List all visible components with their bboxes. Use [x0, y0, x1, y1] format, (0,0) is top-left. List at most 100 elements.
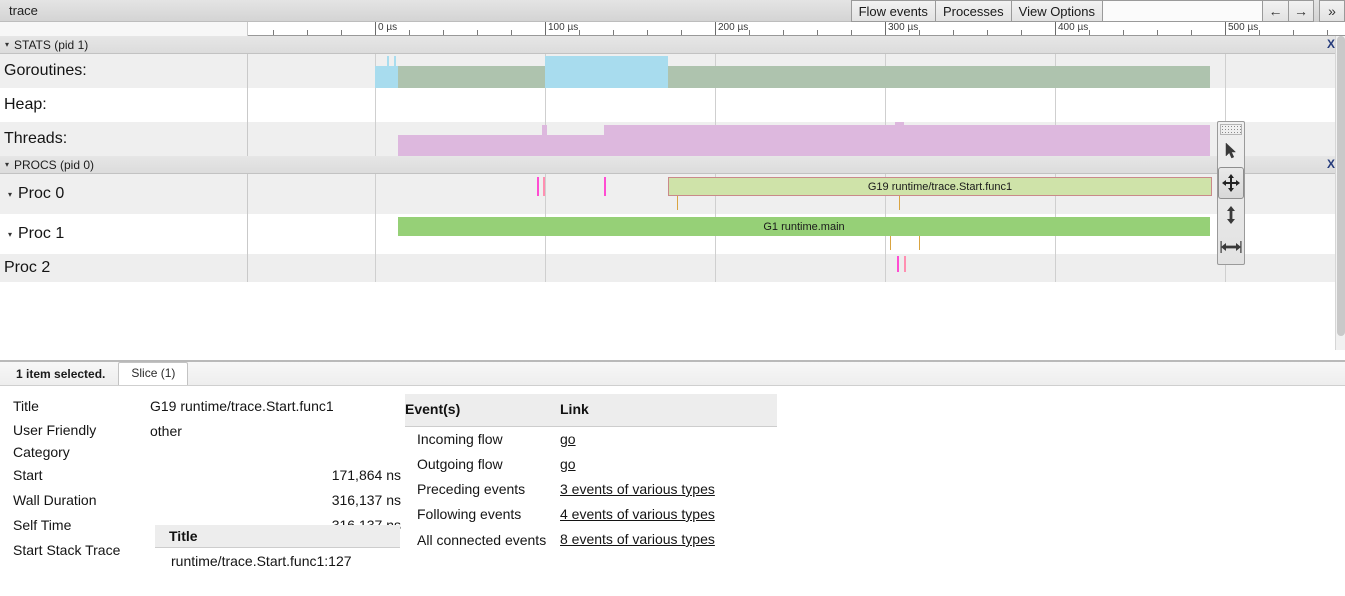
- nav-forward-button[interactable]: →: [1288, 0, 1314, 22]
- track-row-threads[interactable]: Threads:: [0, 122, 1345, 156]
- ruler-tick-label: 200 µs: [718, 22, 749, 33]
- search-input[interactable]: [1102, 0, 1262, 22]
- events-row-all-connected-events: All connected events 8 events of various…: [405, 527, 777, 552]
- top-toolbar: trace Flow events Processes View Options…: [0, 0, 1345, 22]
- nav-more-button[interactable]: »: [1319, 0, 1345, 22]
- close-icon-stats[interactable]: X: [1327, 37, 1335, 51]
- track-bar: [542, 125, 547, 135]
- ruler-tick: [307, 30, 308, 35]
- close-icon-procs[interactable]: X: [1327, 157, 1335, 171]
- track-canvas-proc-0[interactable]: G19 runtime/trace.Start.func1: [248, 174, 1345, 214]
- track-name-heap: Heap:: [4, 96, 47, 113]
- ruler-tick-label: 0 µs: [378, 22, 398, 33]
- track-gridline: [1225, 88, 1226, 122]
- details-tab-bar: 1 item selected. Slice (1): [0, 362, 1345, 386]
- track-label-proc-2[interactable]: Proc 2: [0, 254, 248, 282]
- property-key: Wall Duration: [13, 492, 97, 508]
- track-gridline: [545, 254, 546, 282]
- timeline-slice-proc1[interactable]: G1 runtime.main: [398, 217, 1210, 236]
- ruler-tick: [409, 30, 410, 35]
- track-bar: [398, 66, 1210, 88]
- select-tool[interactable]: [1218, 135, 1244, 167]
- ruler-tick: [1327, 30, 1328, 35]
- track-name-proc-0: Proc 0: [18, 185, 65, 202]
- events-row-following-events: Following events 4 events of various typ…: [405, 502, 777, 527]
- track-canvas-threads[interactable]: [248, 122, 1345, 156]
- stack-trace-row[interactable]: runtime/trace.Start.func1:127: [155, 548, 400, 569]
- ruler-tick: [749, 30, 750, 35]
- track-canvas-proc-1[interactable]: G1 runtime.main: [248, 214, 1345, 254]
- chevron-down-icon-proc-0[interactable]: ▾: [2, 190, 18, 199]
- chevron-down-icon-proc-1[interactable]: ▾: [2, 230, 18, 239]
- stack-trace-table: Title runtime/trace.Start.func1:127: [155, 525, 400, 569]
- group-header-procs[interactable]: ▾ PROCS (pid 0) X: [0, 156, 1345, 174]
- track-row-proc-2[interactable]: Proc 2: [0, 254, 1345, 282]
- track-label-threads[interactable]: Threads:: [0, 122, 248, 156]
- grip-icon[interactable]: [1220, 124, 1242, 135]
- ruler-tick: [341, 30, 342, 35]
- track-canvas-goroutines[interactable]: [248, 54, 1345, 88]
- track-bar: [904, 256, 906, 272]
- track-bar: [677, 196, 678, 210]
- track-bar: [919, 236, 920, 250]
- pan-tool[interactable]: [1218, 167, 1244, 199]
- track-bar: [899, 196, 900, 210]
- processes-button[interactable]: Processes: [934, 0, 1011, 22]
- track-label-heap[interactable]: Heap:: [0, 88, 248, 122]
- track-bar: [394, 56, 396, 66]
- track-row-heap[interactable]: Heap:: [0, 88, 1345, 122]
- trace-viewer-window: trace Flow events Processes View Options…: [0, 0, 1345, 596]
- track-area: ▾ STATS (pid 1) X Goroutines: Heap: Thre…: [0, 36, 1345, 356]
- scrollbar-thumb[interactable]: [1337, 36, 1345, 336]
- toolbar-right-group: Flow events Processes View Options ← → »: [850, 0, 1345, 22]
- track-label-goroutines[interactable]: Goroutines:: [0, 54, 248, 88]
- group-header-stats[interactable]: ▾ STATS (pid 1) X: [0, 36, 1345, 54]
- property-key: Start Stack Trace: [13, 542, 121, 558]
- flow-events-button[interactable]: Flow events: [850, 0, 935, 22]
- events-table: Event(s) Link Incoming flow go Outgoing …: [405, 394, 777, 552]
- event-link[interactable]: 8 events of various types: [560, 531, 715, 547]
- track-vertical-scrollbar[interactable]: [1335, 36, 1345, 350]
- ruler-tick: [987, 30, 988, 35]
- track-canvas-heap[interactable]: [248, 88, 1345, 122]
- ruler-tick-label: 500 µs: [1228, 22, 1259, 33]
- track-label-proc-0[interactable]: ▾ Proc 0: [0, 174, 248, 214]
- event-link[interactable]: go: [560, 431, 576, 447]
- event-link[interactable]: go: [560, 456, 576, 472]
- horizontal-resize-tool[interactable]: [1218, 231, 1244, 263]
- nav-back-button[interactable]: ←: [1262, 0, 1288, 22]
- ruler-tick: [1123, 30, 1124, 35]
- event-link[interactable]: 4 events of various types: [560, 506, 715, 522]
- vertical-resize-tool[interactable]: [1218, 199, 1244, 231]
- ruler-tick: [783, 30, 784, 35]
- track-gridline: [1055, 254, 1056, 282]
- chevron-down-icon[interactable]: ▾: [0, 40, 14, 49]
- timeline-slice-proc0-selected[interactable]: G19 runtime/trace.Start.func1: [668, 177, 1212, 196]
- timeline-ruler[interactable]: 0 µs 100 µs 200 µs 300 µs 400 µs 500 µs: [248, 22, 1345, 36]
- events-column-header-link: Link: [560, 401, 589, 417]
- property-key: User Friendly Category: [13, 422, 97, 460]
- property-value: 316,137 ns: [331, 492, 401, 508]
- property-row-user-friendly-category: User Friendly Category other: [0, 419, 405, 463]
- track-gridline: [715, 88, 716, 122]
- track-row-goroutines[interactable]: Goroutines:: [0, 54, 1345, 88]
- property-value: 171,864 ns: [331, 467, 401, 483]
- track-bar: [604, 177, 606, 196]
- track-row-proc-1[interactable]: ▾ Proc 1 G1 runtime.main: [0, 214, 1345, 254]
- track-row-proc-0[interactable]: ▾ Proc 0 G19 runtime/trace.Start.func1: [0, 174, 1345, 214]
- ruler-tick: [681, 30, 682, 35]
- events-column-header-events: Event(s): [405, 401, 461, 417]
- chevron-down-icon-procs[interactable]: ▾: [0, 160, 14, 169]
- view-options-button[interactable]: View Options: [1010, 0, 1102, 22]
- track-gridline: [545, 88, 546, 122]
- track-label-proc-1[interactable]: ▾ Proc 1: [0, 214, 248, 254]
- track-canvas-proc-2[interactable]: [248, 254, 1345, 282]
- ruler-tick: [851, 30, 852, 35]
- property-key: Self Time: [13, 517, 72, 533]
- event-link[interactable]: 3 events of various types: [560, 481, 715, 497]
- tab-slice[interactable]: Slice (1): [118, 362, 189, 385]
- ruler-tick: [953, 30, 954, 35]
- track-gridline: [715, 254, 716, 282]
- ruler-tick: [613, 30, 614, 35]
- ruler-tick: [647, 30, 648, 35]
